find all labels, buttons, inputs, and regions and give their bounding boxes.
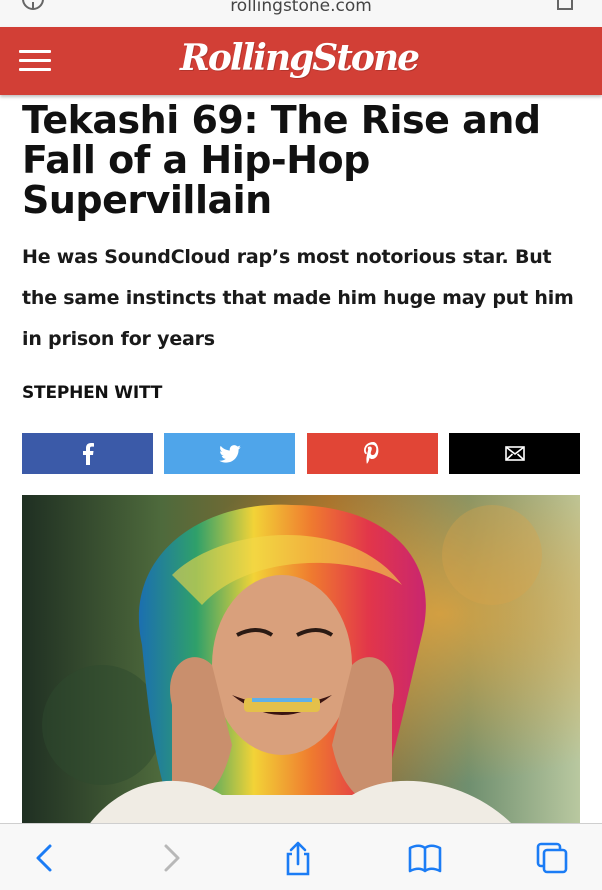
share-facebook-button[interactable] xyxy=(22,433,153,474)
article-headline: Tekashi 69: The Rise and Fall of a Hip-H… xyxy=(22,98,541,222)
share-twitter-button[interactable] xyxy=(164,433,295,474)
share-email-button[interactable] xyxy=(449,433,580,474)
browser-url-bar[interactable]: rollingstone.com xyxy=(0,0,602,28)
url-text[interactable]: rollingstone.com xyxy=(0,0,602,16)
back-icon[interactable] xyxy=(28,840,64,876)
facebook-icon xyxy=(82,442,94,465)
tabs-icon[interactable] xyxy=(534,840,570,876)
site-logo[interactable]: RollingStone xyxy=(180,37,420,79)
article-hero-image xyxy=(22,495,580,835)
menu-icon[interactable] xyxy=(19,50,51,72)
browser-toolbar xyxy=(0,823,602,890)
article-dek: He was SoundCloud rap’s most notorious s… xyxy=(22,246,574,350)
email-icon xyxy=(504,446,525,461)
hero-photo-illustration xyxy=(22,495,580,835)
share-icon[interactable] xyxy=(280,840,316,876)
site-header: RollingStone xyxy=(0,27,602,95)
pinterest-icon xyxy=(363,441,378,464)
article-byline[interactable]: STEPHEN WITT xyxy=(22,383,162,403)
share-buttons xyxy=(22,433,580,474)
share-pinterest-button[interactable] xyxy=(307,433,438,474)
twitter-icon xyxy=(218,444,241,463)
forward-icon[interactable] xyxy=(152,840,188,876)
reader-share-icon[interactable] xyxy=(557,0,573,10)
bookmarks-icon[interactable] xyxy=(407,840,443,876)
